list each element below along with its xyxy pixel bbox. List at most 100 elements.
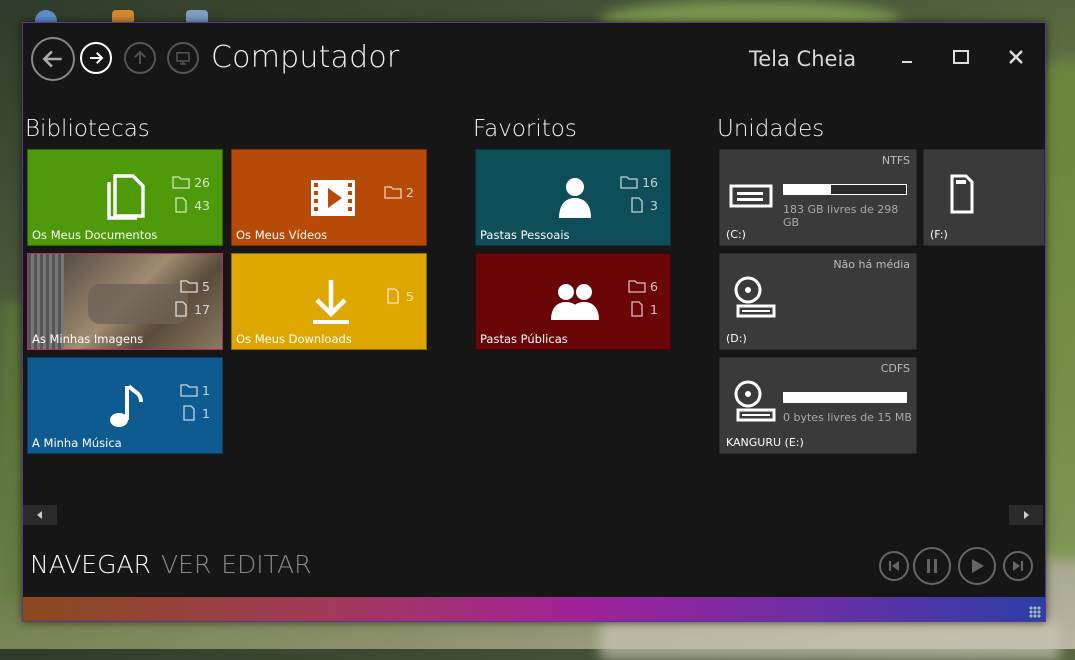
tab-navigate[interactable]: NAVEGAR [30, 550, 151, 579]
page-title: Computador [211, 40, 400, 75]
arrow-right-icon [90, 52, 104, 64]
file-count: 43 [172, 197, 210, 213]
video-icon [298, 168, 368, 228]
next-button[interactable] [1003, 551, 1033, 581]
folder-icon [628, 280, 646, 293]
section-title-drives: Unidades [717, 116, 825, 142]
drive-label: (F:) [930, 228, 948, 241]
tile-personal-folders[interactable]: 16 3 Pastas Pessoais [475, 149, 671, 246]
skip-next-icon [1013, 561, 1023, 571]
scroll-left-button[interactable] [23, 505, 57, 525]
pause-icon [927, 559, 937, 573]
folder-icon [180, 384, 198, 397]
minimize-icon [902, 61, 912, 63]
drive-e[interactable]: CDFS 0 bytes livres de 15 MB KANGURU (E:… [719, 357, 917, 454]
tile-label: Pastas Públicas [480, 332, 568, 346]
free-space: 0 bytes livres de 15 MB [783, 411, 912, 424]
fullscreen-button[interactable]: Tela Cheia [749, 47, 856, 71]
folder-icon [620, 176, 638, 189]
folder-count: 5 [180, 278, 210, 294]
tile-label: Os Meus Downloads [236, 332, 352, 346]
close-icon [1009, 50, 1023, 64]
file-icon [175, 301, 187, 317]
folder-count: 26 [172, 174, 210, 190]
usage-bar [783, 184, 907, 195]
bottom-nav: NAVEGAR VER EDITAR [30, 550, 321, 579]
usage-bar [783, 392, 907, 403]
file-icon [387, 288, 399, 304]
drive-d[interactable]: Não há média (D:) [719, 253, 917, 350]
file-system: CDFS [880, 362, 910, 375]
tile-music[interactable]: 1 1 A Minha Música [27, 357, 223, 454]
tab-edit[interactable]: EDITAR [221, 550, 311, 579]
drive-label: (D:) [726, 332, 747, 345]
file-system: NTFS [881, 154, 910, 167]
minimize-button[interactable] [895, 45, 919, 69]
hard-drive-icon [729, 184, 773, 208]
section-title-libraries: Bibliotecas [25, 116, 150, 142]
folder-count: 2 [384, 184, 414, 200]
triangle-right-icon [1024, 511, 1029, 519]
triangle-left-icon [37, 511, 42, 519]
tile-label: Os Meus Documentos [32, 228, 158, 242]
back-button[interactable] [31, 37, 75, 81]
close-button[interactable] [1004, 45, 1028, 69]
file-icon [631, 197, 643, 213]
up-button[interactable] [124, 42, 156, 74]
folder-count: 1 [180, 382, 210, 398]
optical-drive-icon [734, 380, 776, 422]
media-status: Não há média [833, 258, 910, 271]
tile-videos[interactable]: 2 Os Meus Vídeos [231, 149, 427, 246]
explorer-window: Computador Tela Cheia Bibliotecas Favori… [22, 22, 1046, 622]
scroll-right-button[interactable] [1009, 505, 1043, 525]
sd-card-icon [950, 174, 974, 214]
maximize-button[interactable] [949, 45, 973, 69]
play-icon [972, 559, 984, 573]
tile-documents[interactable]: 26 43 Os Meus Documentos [27, 149, 223, 246]
monitor-icon [176, 52, 190, 65]
forward-button[interactable] [80, 42, 112, 74]
file-count: 1 [180, 405, 210, 421]
free-space: 183 GB livres de 298 GB [783, 203, 899, 229]
computer-button[interactable] [167, 42, 199, 74]
tile-pictures[interactable]: 5 17 As Minhas Imagens [27, 253, 223, 350]
desktop-foliage [0, 300, 24, 600]
tab-view[interactable]: VER [161, 550, 211, 579]
drive-c[interactable]: NTFS 183 GB livres de 298 GB (C:) [719, 149, 917, 246]
desktop-foliage [600, 620, 1060, 660]
file-count: 3 [628, 197, 658, 213]
accent-bar [23, 597, 1045, 621]
previous-button[interactable] [879, 551, 909, 581]
music-icon [92, 376, 162, 436]
folder-count: 16 [620, 174, 658, 190]
tile-public-folders[interactable]: 6 1 Pastas Públicas [475, 253, 671, 350]
skip-previous-icon [889, 561, 899, 571]
pause-button[interactable] [913, 547, 951, 585]
folder-icon [172, 176, 190, 189]
file-count: 1 [628, 301, 658, 317]
tile-label: Pastas Pessoais [480, 228, 570, 242]
documents-icon [92, 168, 162, 228]
file-icon [175, 197, 187, 213]
folder-icon [384, 186, 402, 199]
maximize-icon [953, 50, 969, 64]
drive-f[interactable]: (F:) [923, 149, 1045, 246]
tile-label: A Minha Música [32, 436, 122, 450]
arrow-left-icon [42, 50, 62, 68]
optical-drive-icon [734, 276, 776, 318]
drive-label: KANGURU (E:) [726, 436, 804, 449]
play-button[interactable] [958, 547, 996, 585]
file-count: 5 [384, 288, 414, 304]
tile-label: As Minhas Imagens [32, 332, 144, 346]
arrow-up-icon [134, 50, 146, 64]
download-icon [296, 272, 366, 332]
people-icon [540, 272, 610, 332]
tile-downloads[interactable]: 5 Os Meus Downloads [231, 253, 427, 350]
person-icon [540, 168, 610, 228]
file-icon [631, 301, 643, 317]
file-count: 17 [172, 301, 210, 317]
section-title-favorites: Favoritos [473, 116, 577, 142]
folder-icon [180, 280, 198, 293]
resize-grip-icon[interactable] [1029, 606, 1041, 618]
tile-label: Os Meus Vídeos [236, 228, 328, 242]
